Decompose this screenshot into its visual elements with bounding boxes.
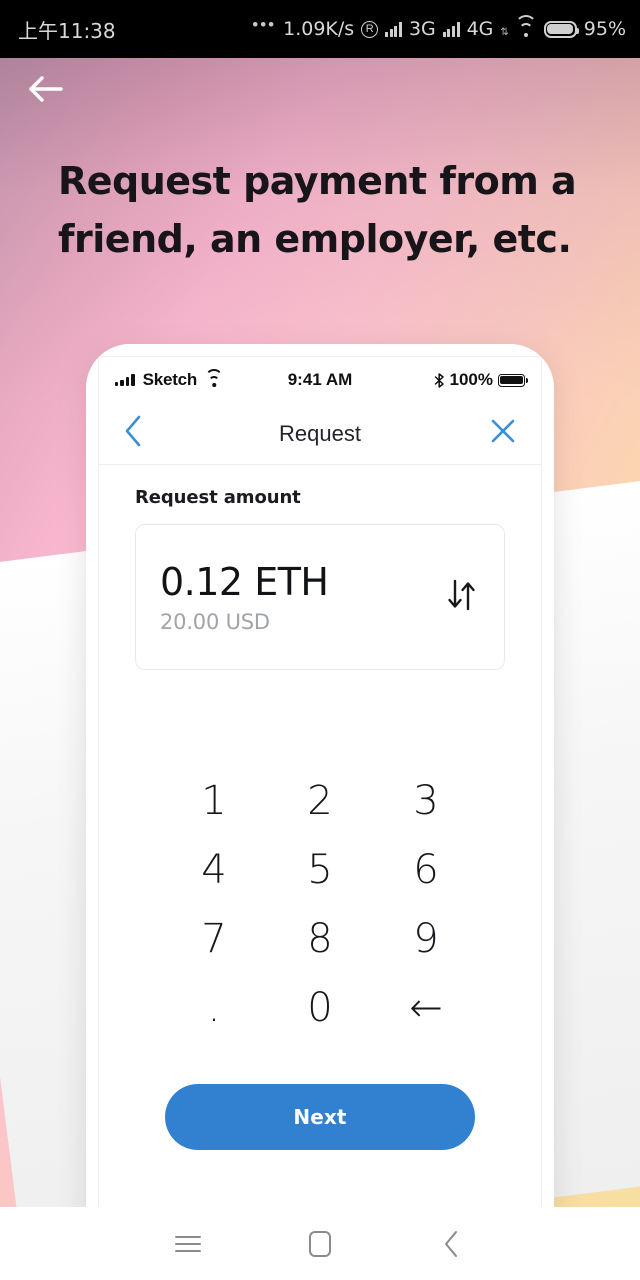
notification-overflow-icon: •••	[252, 15, 277, 34]
close-x-icon	[491, 419, 515, 443]
roaming-icon: R	[361, 20, 379, 38]
swap-currency-button[interactable]	[444, 578, 480, 617]
battery-percent-label: 95%	[583, 18, 626, 40]
arrow-left-icon	[29, 76, 63, 102]
key-6[interactable]: 6	[373, 835, 479, 904]
wifi-icon	[514, 15, 537, 37]
battery-icon	[498, 373, 528, 387]
nav-back-button[interactable]	[386, 1207, 518, 1280]
app-content: Request amount 0.12 ETH 20.00 USD 1 2 3 …	[99, 465, 541, 1150]
key-2[interactable]: 2	[267, 766, 373, 835]
nav-back-button[interactable]	[123, 414, 145, 453]
menu-hamburger-icon	[175, 1231, 201, 1257]
nav-close-button[interactable]	[489, 417, 517, 450]
key-8[interactable]: 8	[267, 904, 373, 973]
ios-clock: 9:41 AM	[287, 370, 353, 389]
wifi-icon	[205, 368, 224, 387]
key-backspace[interactable]: ←	[373, 973, 479, 1042]
amount-crypto-value: 0.12 ETH	[160, 560, 329, 604]
key-3[interactable]: 3	[373, 766, 479, 835]
key-1[interactable]: 1	[161, 766, 267, 835]
android-navigation-bar	[0, 1207, 640, 1280]
amount-fiat-value: 20.00 USD	[160, 610, 270, 634]
signal-bars-icon	[115, 374, 135, 386]
signal-bars-icon-sim1	[385, 21, 402, 37]
app-nav-bar: Request	[99, 403, 541, 465]
nav-title: Request	[279, 420, 361, 446]
network-speed-label: 1.09K/s	[283, 18, 355, 40]
key-0[interactable]: 0	[267, 973, 373, 1042]
network-type-sim2: 4G	[466, 18, 494, 40]
request-amount-label: Request amount	[135, 487, 301, 508]
battery-icon	[543, 20, 579, 38]
amount-input-card[interactable]: 0.12 ETH 20.00 USD	[135, 524, 505, 670]
chevron-left-icon	[445, 1230, 457, 1257]
key-7[interactable]: 7	[161, 904, 267, 973]
data-activity-icon: ⇅	[500, 26, 508, 38]
nav-recents-button[interactable]	[122, 1207, 254, 1280]
key-decimal[interactable]: .	[161, 973, 267, 1042]
ios-battery-percent: 100%	[449, 370, 493, 389]
next-button[interactable]: Next	[165, 1084, 475, 1150]
phone-mockup: Sketch 9:41 AM 100% Request Request amou…	[86, 344, 554, 1224]
phone-screen: Sketch 9:41 AM 100% Request Request amou…	[98, 356, 542, 1224]
page-title: Request payment from a friend, an employ…	[58, 159, 577, 261]
key-4[interactable]: 4	[161, 835, 267, 904]
system-status-bar: 上午11:38 ••• 1.09K/s R 3G 4G ⇅ 95%	[0, 0, 640, 58]
ios-status-bar: Sketch 9:41 AM 100%	[99, 357, 541, 403]
signal-bars-icon-sim2	[442, 21, 460, 37]
device-screen: 上午11:38 ••• 1.09K/s R 3G 4G ⇅ 95% Reques…	[0, 0, 640, 1280]
key-9[interactable]: 9	[373, 904, 479, 973]
system-clock: 上午11:38	[18, 18, 116, 43]
carrier-label: Sketch	[142, 370, 198, 389]
network-type-sim1: 3G	[408, 18, 436, 40]
nav-home-button[interactable]	[254, 1207, 386, 1280]
chevron-left-icon	[125, 415, 141, 447]
numeric-keypad: 1 2 3 4 5 6 7 8 9 . 0 ←	[135, 766, 505, 1042]
swap-vertical-icon	[448, 579, 475, 610]
key-5[interactable]: 5	[267, 835, 373, 904]
amount-values: 0.12 ETH 20.00 USD	[160, 560, 444, 634]
bluetooth-icon	[434, 372, 444, 388]
page-back-button[interactable]	[24, 66, 70, 112]
home-square-icon	[309, 1230, 331, 1257]
